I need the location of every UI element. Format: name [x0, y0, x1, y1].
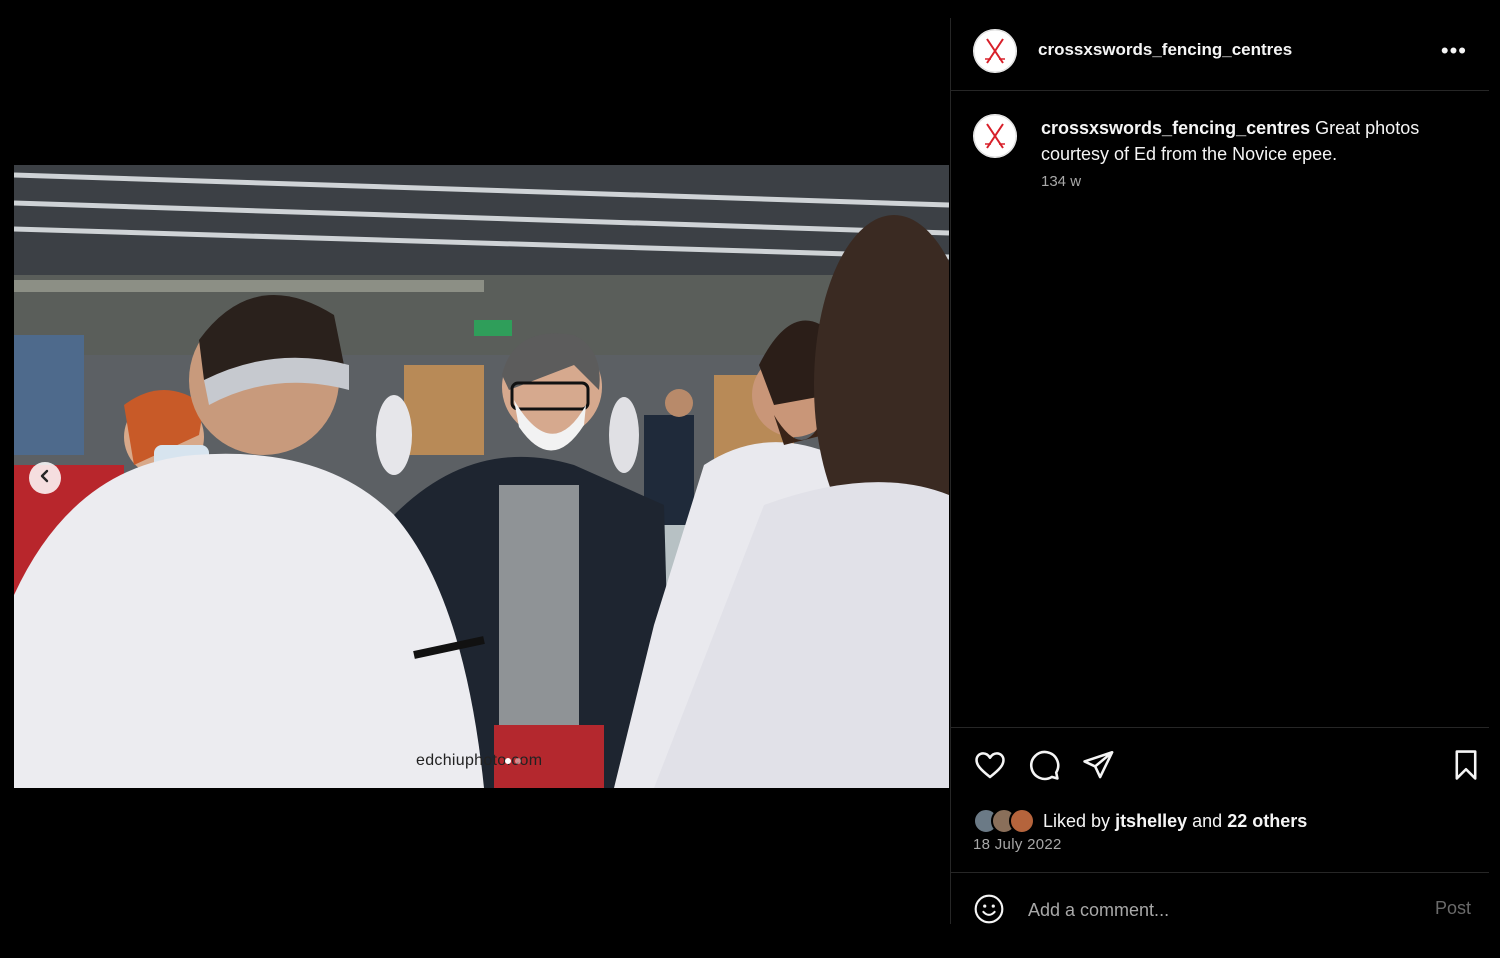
avatar: [1009, 808, 1035, 834]
carousel-prev-button[interactable]: [29, 462, 61, 494]
comment-button[interactable]: [1027, 748, 1061, 782]
comment-input[interactable]: [1026, 895, 1410, 925]
post-age[interactable]: 134 w: [1041, 173, 1081, 190]
bookmark-icon: [1455, 750, 1477, 780]
comment-bar: Post: [951, 872, 1489, 925]
liker-avatars: [973, 808, 1035, 834]
caption-text: crossxswords_fencing_centres Great photo…: [1041, 115, 1461, 167]
like-button[interactable]: [973, 748, 1007, 782]
post-sidebar: crossxswords_fencing_centres ••• crossxs…: [950, 18, 1489, 925]
save-button[interactable]: [1449, 748, 1483, 782]
comment-bubble-icon: [1030, 750, 1060, 781]
photo-watermark: edchiuphoto.com: [416, 752, 543, 769]
likes-user[interactable]: jtshelley: [1115, 811, 1187, 832]
media-pane: edchiuphoto.com: [0, 0, 950, 958]
fencing-hall-photo: [14, 165, 949, 788]
post-comment-button[interactable]: Post: [1435, 898, 1471, 919]
share-button[interactable]: [1081, 748, 1115, 782]
more-options-icon[interactable]: •••: [1441, 38, 1467, 64]
carousel-dot-active: [505, 758, 511, 764]
post-header: crossxswords_fencing_centres •••: [951, 18, 1489, 91]
post-date[interactable]: 18 July 2022: [973, 836, 1062, 853]
likes-and: and: [1192, 810, 1223, 831]
emoji-button[interactable]: [973, 893, 1005, 925]
header-username[interactable]: crossxswords_fencing_centres: [1038, 40, 1292, 60]
crossed-swords-logo-icon: [973, 29, 1017, 73]
likes-others[interactable]: 22 others: [1227, 811, 1307, 832]
smiley-icon: [974, 894, 1004, 924]
crossed-swords-logo-icon: [973, 114, 1017, 158]
chevron-left-icon: [38, 469, 52, 488]
carousel-dot: [515, 758, 521, 764]
post-photo[interactable]: [14, 165, 949, 788]
caption-avatar[interactable]: [973, 114, 1017, 158]
likes-prefix: Liked by: [1043, 810, 1111, 831]
profile-avatar[interactable]: [973, 29, 1017, 73]
caption-username[interactable]: crossxswords_fencing_centres: [1041, 118, 1310, 138]
carousel-dots: [505, 758, 521, 764]
paper-plane-icon: [1083, 750, 1114, 779]
likes-summary[interactable]: Liked by jtshelley and 22 others: [973, 808, 1307, 834]
heart-icon: [975, 752, 1005, 779]
